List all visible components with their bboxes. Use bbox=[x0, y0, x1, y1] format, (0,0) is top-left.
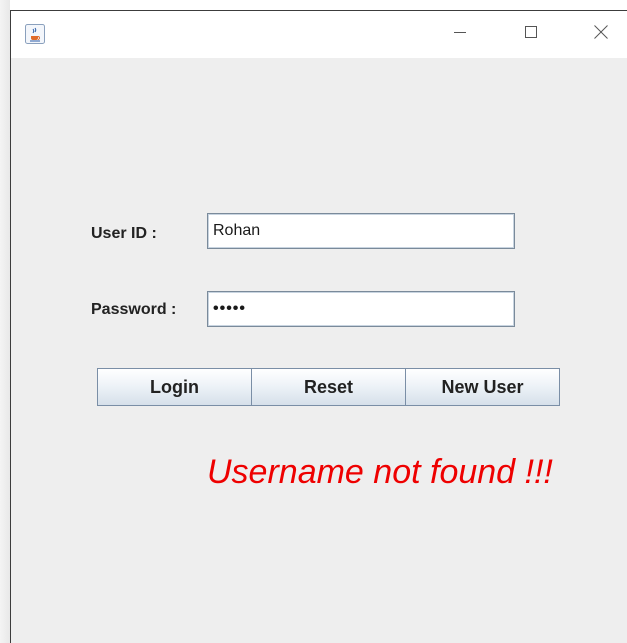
user-id-label: User ID : bbox=[91, 225, 157, 242]
maximize-button[interactable] bbox=[508, 11, 554, 58]
close-icon bbox=[593, 24, 609, 45]
error-message: Username not found !!! bbox=[207, 453, 553, 491]
minimize-button[interactable] bbox=[437, 11, 483, 58]
password-field[interactable]: ••••• bbox=[207, 291, 515, 327]
button-row: Login Reset New User bbox=[97, 368, 560, 406]
close-button[interactable] bbox=[578, 11, 624, 58]
maximize-icon bbox=[524, 25, 538, 44]
minimize-icon bbox=[453, 25, 467, 44]
reset-button[interactable]: Reset bbox=[251, 368, 406, 406]
user-id-field[interactable]: Rohan bbox=[207, 213, 515, 249]
new-user-button[interactable]: New User bbox=[405, 368, 560, 406]
title-bar[interactable] bbox=[11, 11, 627, 58]
java-cup-icon bbox=[25, 24, 45, 44]
password-label: Password : bbox=[91, 301, 177, 318]
login-button[interactable]: Login bbox=[97, 368, 252, 406]
desktop-edge bbox=[0, 0, 10, 643]
login-window: User ID : Rohan Password : ••••• Login R… bbox=[10, 10, 627, 643]
